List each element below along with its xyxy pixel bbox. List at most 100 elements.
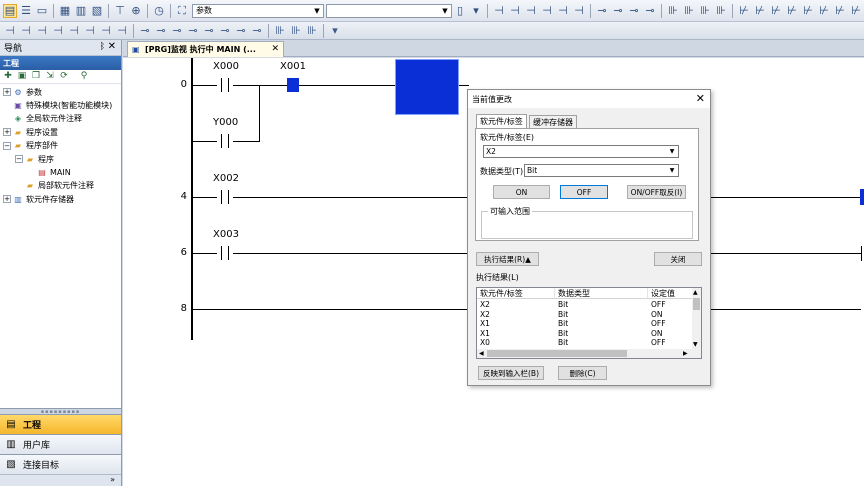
more-options-icon[interactable]: » — [0, 474, 121, 486]
ladder-tool-icon[interactable]: ⊪ — [273, 25, 287, 37]
ladder-edge-icon[interactable]: ⊬ — [801, 4, 815, 18]
ladder-tool-icon[interactable]: ⊣ — [83, 25, 97, 37]
scroll-thumb[interactable] — [487, 350, 627, 357]
contact-y000[interactable] — [217, 134, 233, 148]
scroll-left-icon[interactable]: ◀ — [479, 349, 484, 358]
binoculars-icon[interactable]: ⛶ — [175, 4, 189, 18]
tree-item[interactable]: ▤ MAIN — [27, 166, 71, 178]
filter-combo[interactable]: ▼ — [326, 3, 452, 18]
collapse-icon[interactable]: − — [3, 141, 11, 150]
ladder-edge-icon[interactable]: ⊬ — [849, 4, 863, 18]
tree-item[interactable]: − ▰ 程序 — [15, 153, 54, 165]
ladder-edge-icon[interactable]: ⊬ — [753, 4, 767, 18]
copy-icon[interactable]: ❐ — [30, 71, 42, 83]
document-icon[interactable]: ▯ — [453, 4, 467, 18]
list-icon[interactable]: ☰ — [19, 4, 33, 18]
tab-buffer-memory[interactable]: 缓冲存储器 — [529, 115, 577, 129]
table-row[interactable]: X2 Bit ON — [477, 310, 693, 320]
nav-tab-project[interactable]: ▤ 工程 — [0, 414, 121, 434]
close-icon[interactable]: ✕ — [696, 92, 705, 105]
tree-item[interactable]: ▰ 局部软元件注释 — [15, 180, 94, 192]
navigation-icon[interactable]: ▤ — [3, 3, 17, 18]
ladder-tool-icon[interactable]: ⊸ — [154, 25, 168, 37]
ladder-edge-icon[interactable]: ⊬ — [769, 4, 783, 18]
filter-icon[interactable]: ⚲ — [78, 71, 90, 83]
tree-item[interactable]: − ▰ 程序部件 — [3, 140, 58, 152]
nav-tab-user-library[interactable]: ▥ 用户库 — [0, 434, 121, 454]
window-icon[interactable]: ▭ — [35, 4, 49, 18]
contact-x003[interactable] — [217, 246, 233, 260]
ladder-edge-icon[interactable]: ⊬ — [785, 4, 799, 18]
ladder-contact-icon[interactable]: ⊣ — [540, 4, 554, 18]
search-combo[interactable]: 参数 ▼ — [192, 3, 324, 18]
datatype-combo[interactable]: Bit ▼ — [524, 164, 679, 177]
table-row[interactable]: X2 Bit OFF — [477, 300, 693, 310]
table-row[interactable]: X0 Bit OFF — [477, 338, 693, 348]
ladder-tool-icon[interactable]: ⊸ — [202, 25, 216, 37]
ladder-edge-icon[interactable]: ⊬ — [737, 4, 751, 18]
properties-icon[interactable]: ▣ — [16, 71, 28, 83]
scroll-thumb[interactable] — [693, 298, 700, 310]
results-list[interactable]: 软元件/标签 数据类型 设定值 X2 Bit OFF X2 Bit ON X1 Bit OFF X… — [476, 287, 702, 359]
ladder-instruction-icon[interactable]: ⊪ — [666, 4, 680, 18]
column-header-value[interactable]: 设定值 — [648, 288, 693, 298]
ladder-tool-icon[interactable]: ⊸ — [186, 25, 200, 37]
ladder-coil-icon[interactable]: ⊸ — [643, 4, 657, 18]
ladder-tool-icon[interactable]: ⊣ — [51, 25, 65, 37]
contact-x002[interactable] — [217, 190, 233, 204]
ladder-instruction-icon[interactable]: ⊪ — [682, 4, 696, 18]
tree-item[interactable]: + ▥ 软元件存储器 — [3, 193, 74, 205]
ladder-contact-icon[interactable]: ⊣ — [492, 4, 506, 18]
dropdown-icon[interactable]: ▾ — [469, 4, 483, 18]
device-combo[interactable]: X2 ▼ — [483, 145, 679, 158]
ladder-coil-icon[interactable]: ⊸ — [627, 4, 641, 18]
expand-icon[interactable]: + — [3, 128, 11, 137]
nav-tab-connection[interactable]: ▧ 连接目标 — [0, 454, 121, 474]
ladder-tool-icon[interactable]: ⊣ — [35, 25, 49, 37]
ladder-edge-icon[interactable]: ⊬ — [817, 4, 831, 18]
ladder-tool-icon[interactable]: ⊸ — [170, 25, 184, 37]
refresh-icon[interactable]: ⟳ — [58, 71, 70, 83]
editor-tab-main[interactable]: ▣ [PRG]监视 执行中 MAIN (... ✕ — [127, 41, 284, 57]
ladder-tool-icon[interactable]: ⊣ — [19, 25, 33, 37]
ladder-instruction-icon[interactable]: ⊪ — [714, 4, 728, 18]
tab-device-label[interactable]: 软元件/标签 — [476, 114, 527, 128]
ladder-tool-icon[interactable]: ⊣ — [67, 25, 81, 37]
column-header-datatype[interactable]: 数据类型 — [555, 288, 648, 298]
grid-icon[interactable]: ▦ — [58, 4, 72, 18]
clock-icon[interactable]: ◷ — [152, 4, 166, 18]
table-icon[interactable]: ▥ — [74, 4, 88, 18]
chart-icon[interactable]: ▧ — [90, 4, 104, 18]
results-vertical-scrollbar[interactable]: ▲ ▼ — [692, 288, 701, 350]
ladder-coil-icon[interactable]: ⊸ — [595, 4, 609, 18]
ladder-tool-icon[interactable]: ⊸ — [234, 25, 248, 37]
scroll-up-icon[interactable]: ▲ — [693, 288, 698, 297]
device-icon[interactable]: ⊕ — [129, 4, 143, 18]
contact-x001-active[interactable] — [287, 78, 299, 92]
scroll-right-icon[interactable]: ▶ — [683, 349, 688, 358]
ladder-tool-icon[interactable]: ⊪ — [289, 25, 303, 37]
ladder-contact-icon[interactable]: ⊣ — [572, 4, 586, 18]
delete-button[interactable]: 删除(C) — [558, 366, 607, 380]
off-button[interactable]: OFF — [560, 185, 608, 199]
ladder-contact-icon[interactable]: ⊣ — [556, 4, 570, 18]
reflect-to-input-button[interactable]: 反映到输入栏(B) — [478, 366, 544, 380]
ladder-tool-icon[interactable]: ⊣ — [99, 25, 113, 37]
ladder-tool-icon[interactable]: ⊸ — [138, 25, 152, 37]
ladder-contact-icon[interactable]: ⊣ — [524, 4, 538, 18]
import-icon[interactable]: ⇲ — [44, 71, 56, 83]
ladder-edge-icon[interactable]: ⊬ — [833, 4, 847, 18]
dropdown-icon[interactable]: ▾ — [328, 25, 342, 37]
toggle-on-off-button[interactable]: ON/OFF取反(I) — [627, 185, 686, 199]
new-item-icon[interactable]: ✚ — [2, 71, 14, 83]
column-header-device[interactable]: 软元件/标签 — [477, 288, 555, 298]
results-horizontal-scrollbar[interactable]: ◀ ▶ — [477, 349, 701, 358]
tree-item[interactable]: ▣ 特殊模块(智能功能模块) — [3, 99, 112, 111]
close-icon[interactable]: ✕ — [108, 41, 116, 52]
ladder-tool-icon[interactable]: ⊸ — [250, 25, 264, 37]
collapse-icon[interactable]: − — [15, 155, 23, 163]
ladder-tool-icon[interactable]: ⊪ — [305, 25, 319, 37]
execution-result-toggle-button[interactable]: 执行结果(R)▲ — [476, 252, 539, 266]
ladder-coil-icon[interactable]: ⊸ — [611, 4, 625, 18]
contact-x000[interactable] — [217, 78, 233, 92]
